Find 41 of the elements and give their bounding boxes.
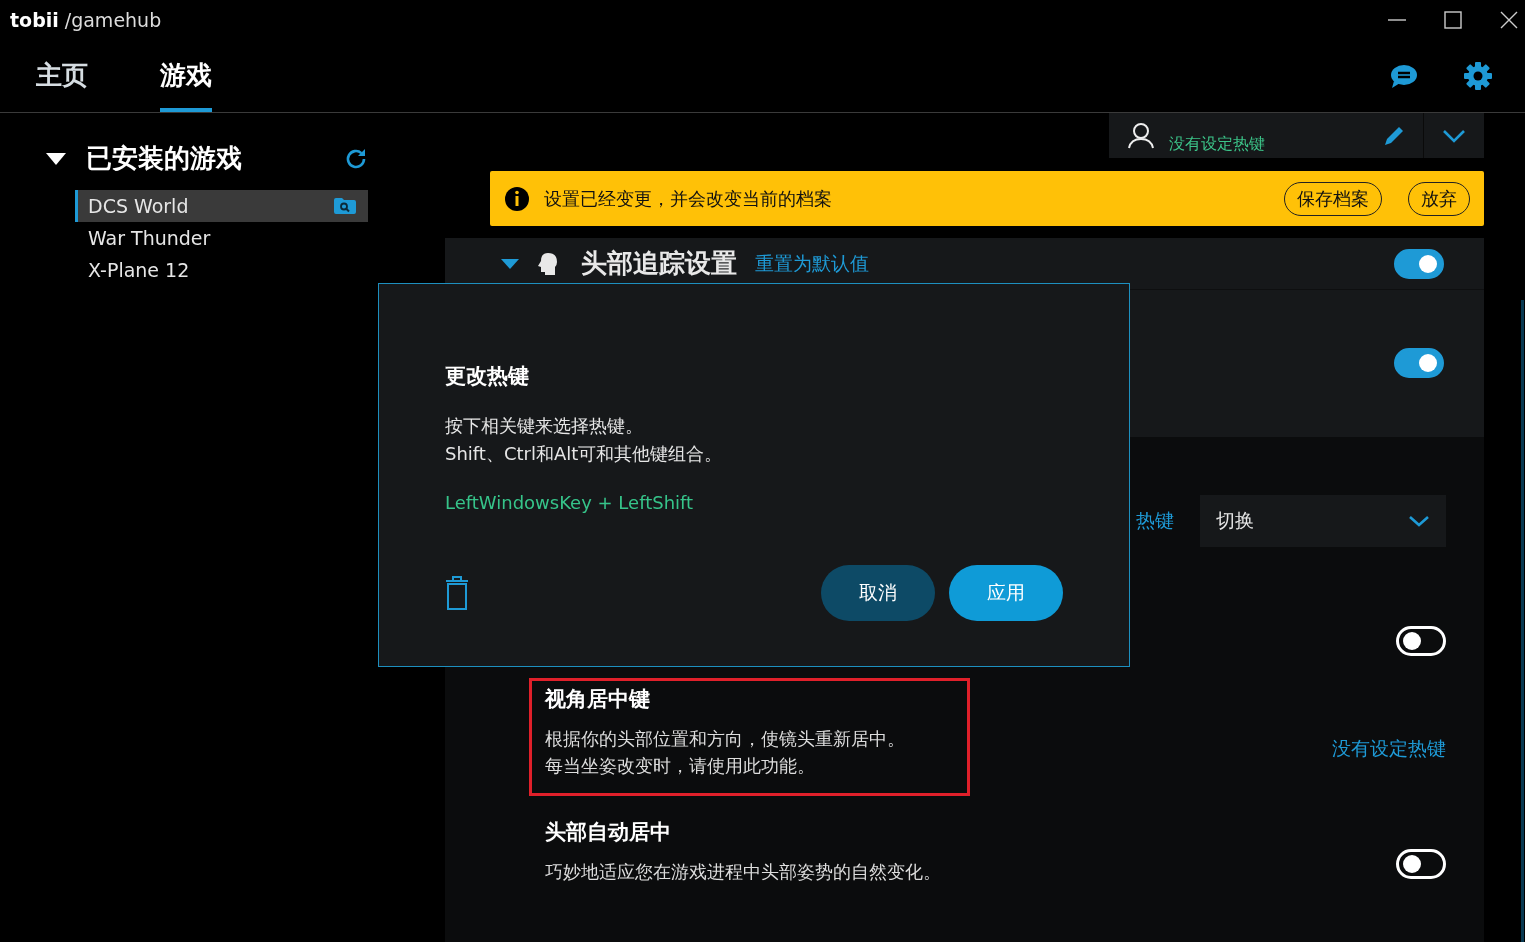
banner-message: 设置已经变更，并会改变当前的档案 xyxy=(544,186,833,211)
collapse-triangle-icon[interactable] xyxy=(501,258,519,269)
game-item[interactable]: X-Plane 12 xyxy=(75,254,368,286)
setting-description: 巧妙地适应您在游戏进程中头部姿势的自然变化。 xyxy=(545,860,941,884)
section-title: 头部追踪设置 xyxy=(581,247,737,280)
setting-description: 每当坐姿改变时，请使用此功能。 xyxy=(545,754,816,778)
head-icon xyxy=(537,251,559,276)
app-path: /gamehub xyxy=(64,9,162,31)
settings-icon[interactable] xyxy=(1463,61,1493,91)
dialog-title: 更改热键 xyxy=(445,363,530,390)
setting-description: 根据你的头部位置和方向，使镜头重新居中。 xyxy=(545,727,906,751)
dialog-instructions: 按下相关键来选择热键。 xyxy=(445,414,644,438)
chat-icon[interactable] xyxy=(1389,63,1419,89)
dialog-button[interactable]: 取消 xyxy=(821,565,935,621)
setting-label: 热键 xyxy=(1136,508,1174,533)
hotkey-status: 没有设定热键 xyxy=(1169,134,1265,155)
trash-icon[interactable] xyxy=(445,576,469,610)
chevron-down-icon xyxy=(1408,515,1430,527)
maximize-icon[interactable] xyxy=(1443,10,1463,30)
sidebar-heading: 已安装的游戏 xyxy=(86,142,243,175)
reset-link[interactable]: 重置为默认值 xyxy=(755,250,869,277)
mode-dropdown[interactable]: 切换 xyxy=(1200,495,1446,547)
game-item[interactable]: War Thunder xyxy=(75,222,368,254)
nav-tab[interactable]: 游戏 xyxy=(160,40,212,112)
pencil-icon[interactable] xyxy=(1383,124,1405,147)
chevron-down-icon[interactable] xyxy=(1442,128,1466,143)
toggle-switch[interactable] xyxy=(1394,248,1444,279)
game-item[interactable]: DCS World xyxy=(75,190,368,222)
collapse-triangle-icon[interactable] xyxy=(46,152,66,165)
user-icon xyxy=(1127,122,1155,149)
folder-search-icon[interactable] xyxy=(334,198,356,214)
app-logo: tobii xyxy=(10,9,59,31)
toggle-switch[interactable] xyxy=(1394,348,1444,378)
nav-tab[interactable]: 主页 xyxy=(36,40,88,112)
hotkey-link[interactable]: 没有设定热键 xyxy=(1332,736,1446,762)
setting-title: 视角居中键 xyxy=(545,686,651,713)
setting-title: 头部自动居中 xyxy=(545,819,672,846)
key-combination: LeftWindowsKey + LeftShift xyxy=(445,492,695,513)
dialog-instructions: Shift、Ctrl和Alt可和其他键组合。 xyxy=(445,442,724,466)
info-icon xyxy=(504,185,530,212)
close-icon[interactable] xyxy=(1499,10,1519,30)
